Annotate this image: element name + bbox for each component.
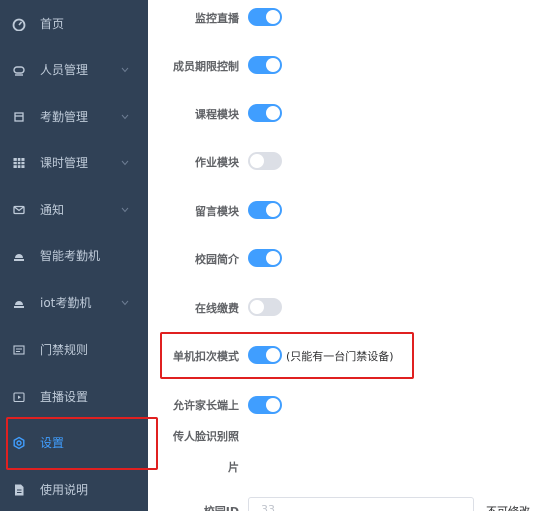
sidebar-item-label: 智能考勤机: [40, 249, 101, 263]
sidebar-item-attendance[interactable]: 考勤管理: [0, 93, 148, 140]
dashboard-icon: [12, 17, 26, 31]
sidebar-item-live-settings[interactable]: 直播设置: [0, 373, 148, 420]
device-icon: [12, 249, 26, 263]
sidebar-item-notice[interactable]: 通知: [0, 186, 148, 233]
toggle-live-monitor[interactable]: [248, 8, 282, 26]
sidebar-item-smart-attendance[interactable]: 智能考勤机: [0, 232, 148, 279]
setting-label-campus-intro: 校园简介: [195, 253, 239, 266]
sidebar: 首页 人员管理 考勤管理 课时管理 通知 智能考勤机 iot考勤机 门禁规则 直…: [0, 0, 148, 511]
setting-label-online-payment: 在线缴费: [195, 302, 239, 315]
chevron-down-icon: [120, 65, 130, 75]
sidebar-item-personnel[interactable]: 人员管理: [0, 46, 148, 93]
live-icon: [12, 390, 26, 404]
sidebar-item-label: iot考勤机: [40, 296, 92, 310]
grid-icon: [12, 156, 26, 170]
setting-label-live-monitor: 监控直播: [195, 12, 239, 25]
school-id-input[interactable]: 33: [248, 497, 474, 511]
toggle-campus-intro[interactable]: [248, 249, 282, 267]
toggle-course-module[interactable]: [248, 104, 282, 122]
school-id-note: 不可修改: [486, 503, 530, 511]
sidebar-item-settings[interactable]: 设置: [0, 419, 148, 466]
document-icon: [12, 483, 26, 497]
sidebar-item-class-hours[interactable]: 课时管理: [0, 139, 148, 186]
user-icon: [12, 63, 26, 77]
device-icon: [12, 296, 26, 310]
toggle-homework-module[interactable]: [248, 152, 282, 170]
single-deduct-mode-note: (只能有一台门禁设备): [286, 350, 394, 363]
chevron-down-icon: [120, 158, 130, 168]
sidebar-item-home[interactable]: 首页: [0, 0, 148, 47]
sidebar-item-label: 通知: [40, 203, 65, 217]
setting-label-message-module: 留言模块: [195, 205, 239, 218]
sidebar-item-access-rules[interactable]: 门禁规则: [0, 326, 148, 373]
setting-label-course-module: 课程模块: [195, 108, 239, 121]
setting-label-homework-module: 作业模块: [195, 156, 239, 169]
setting-label-member-period: 成员期限控制: [173, 60, 239, 73]
sidebar-item-iot-attendance[interactable]: iot考勤机: [0, 279, 148, 326]
sidebar-item-user-guide[interactable]: 使用说明: [0, 466, 148, 511]
mail-icon: [12, 203, 26, 217]
sidebar-item-label: 直播设置: [40, 390, 89, 404]
sidebar-item-label: 课时管理: [40, 156, 89, 170]
school-id-label: 校园ID: [204, 503, 239, 511]
setting-label-face-upload-line1: 允许家长端上: [173, 399, 239, 412]
sidebar-item-label: 设置: [40, 436, 65, 450]
chevron-down-icon: [120, 112, 130, 122]
toggle-member-period[interactable]: [248, 56, 282, 74]
sidebar-item-label: 使用说明: [40, 483, 89, 497]
sidebar-item-label: 考勤管理: [40, 110, 89, 124]
toggle-online-payment[interactable]: [248, 298, 282, 316]
calendar-icon: [12, 110, 26, 124]
toggle-message-module[interactable]: [248, 201, 282, 219]
sidebar-item-label: 门禁规则: [40, 343, 89, 357]
sidebar-item-label: 人员管理: [40, 63, 89, 77]
gear-icon: [12, 436, 26, 450]
toggle-single-deduct-mode[interactable]: [248, 346, 282, 364]
chevron-down-icon: [120, 298, 130, 308]
setting-label-single-deduct-mode: 单机扣次模式: [173, 350, 239, 363]
toggle-face-upload[interactable]: [248, 396, 282, 414]
setting-label-face-upload-line3: 片: [228, 461, 239, 474]
rules-icon: [12, 343, 26, 357]
chevron-down-icon: [120, 205, 130, 215]
setting-label-face-upload-line2: 传人脸识别照: [173, 430, 239, 443]
sidebar-item-label: 首页: [40, 17, 65, 31]
